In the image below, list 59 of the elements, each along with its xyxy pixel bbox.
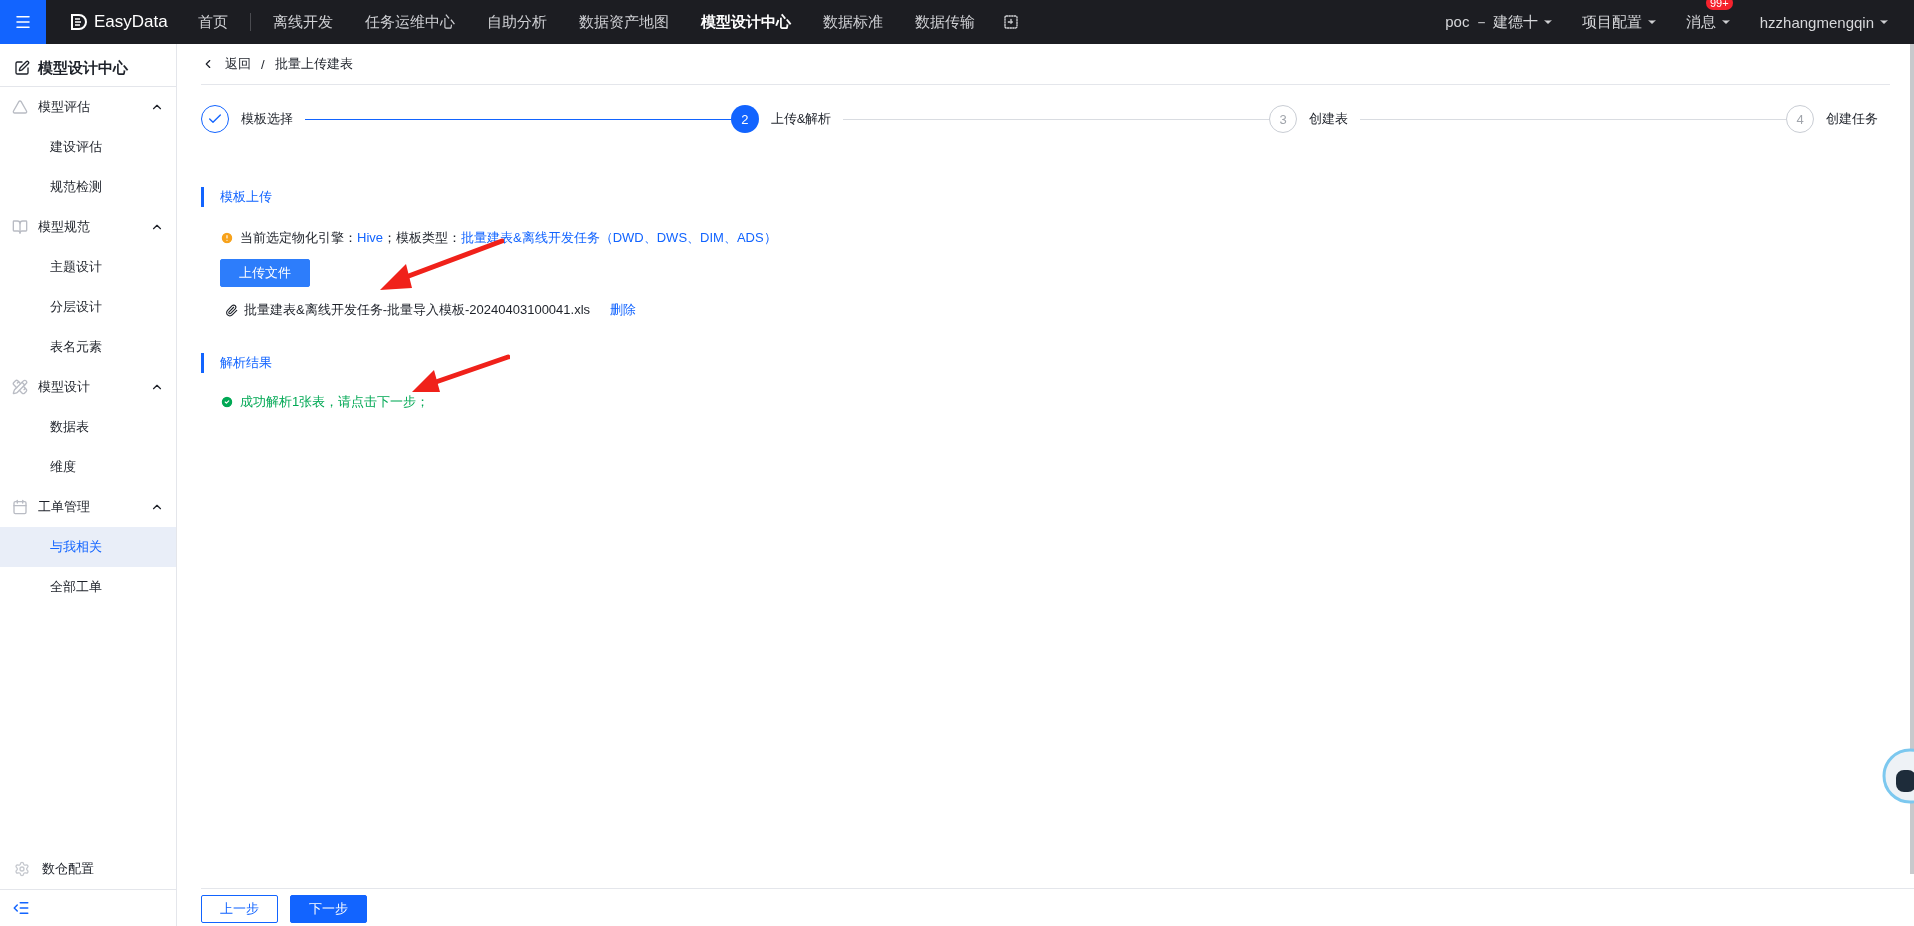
sidebar-item[interactable]: 数据表 bbox=[0, 407, 176, 447]
sidebar-item[interactable]: 全部工单 bbox=[0, 567, 176, 607]
header-menu[interactable]: poc － 建德十 bbox=[1445, 12, 1554, 32]
step-label: 创建任务 bbox=[1826, 110, 1878, 128]
count-badge: 99+ bbox=[1706, 0, 1733, 10]
robot-icon[interactable] bbox=[1880, 748, 1914, 804]
success-icon bbox=[220, 395, 234, 409]
sidebar-item[interactable]: 分层设计 bbox=[0, 287, 176, 327]
sidebar-item[interactable]: 数仓配置 bbox=[42, 860, 94, 878]
nav-tab[interactable]: 数据资产地图 bbox=[562, 12, 685, 32]
step-label: 模板选择 bbox=[241, 110, 293, 128]
step-label: 上传&解析 bbox=[770, 110, 832, 128]
logo-icon bbox=[70, 13, 88, 31]
nav-tab[interactable]: 模型设计中心 bbox=[684, 12, 807, 32]
breadcrumb-current: 批量上传建表 bbox=[274, 55, 353, 73]
sidebar-group[interactable]: 模型规范 bbox=[0, 207, 176, 247]
sidebar-item[interactable]: 维度 bbox=[0, 447, 176, 487]
sidebar-title: 模型设计中心 bbox=[38, 58, 128, 78]
nav-tab[interactable]: 离线开发 bbox=[256, 12, 349, 32]
nav-tab[interactable]: 数据传输 bbox=[898, 12, 991, 32]
header-menu[interactable]: 消息 bbox=[1685, 12, 1732, 32]
section-title: 模板上传 bbox=[201, 187, 1890, 207]
previous-button[interactable]: 上一步 bbox=[201, 894, 278, 923]
calendar-icon bbox=[12, 499, 28, 515]
sidebar-group[interactable]: 工单管理 bbox=[0, 487, 176, 527]
step-label: 创建表 bbox=[1309, 110, 1349, 128]
warning-icon bbox=[220, 231, 234, 245]
attachment-icon bbox=[225, 303, 238, 317]
book-icon bbox=[12, 219, 28, 235]
nav-tab[interactable]: 数据标准 bbox=[806, 12, 899, 32]
sidebar-item[interactable]: 建设评估 bbox=[0, 127, 176, 167]
upload-button[interactable]: 上传文件 bbox=[220, 259, 310, 287]
triangle-icon bbox=[12, 99, 28, 115]
header-menu[interactable]: hzzhangmengqin bbox=[1759, 13, 1890, 31]
menu-button[interactable] bbox=[0, 0, 46, 44]
gear-icon bbox=[14, 861, 30, 877]
breadcrumb-separator: / bbox=[261, 56, 265, 72]
sidebar-item[interactable]: 规范检测 bbox=[0, 167, 176, 207]
nav-tab[interactable]: 首页 bbox=[181, 12, 244, 32]
nav-tab[interactable]: 任务运维中心 bbox=[348, 12, 471, 32]
add-icon[interactable] bbox=[1002, 14, 1019, 30]
sidebar-group[interactable]: 模型评估 bbox=[0, 87, 176, 127]
pencil-icon bbox=[14, 60, 30, 76]
delete-link[interactable]: 删除 bbox=[610, 301, 637, 319]
menu-icon bbox=[14, 13, 32, 31]
collapse-icon bbox=[12, 899, 30, 917]
logo-text: EasyData bbox=[94, 12, 168, 32]
header-menu[interactable]: 项目配置 bbox=[1581, 12, 1658, 32]
sidebar-item[interactable]: 主题设计 bbox=[0, 247, 176, 287]
step-indicator: 2 bbox=[730, 105, 759, 133]
sidebar-item[interactable]: 表名元素 bbox=[0, 327, 176, 367]
ruler-icon bbox=[12, 379, 28, 395]
next-button[interactable]: 下一步 bbox=[290, 894, 367, 923]
sidebar-group[interactable]: 模型设计 bbox=[0, 367, 176, 407]
sidebar-item[interactable]: 与我相关 bbox=[0, 527, 176, 567]
file-name: 批量建表&离线开发任务-批量导入模板-20240403100041.xls bbox=[244, 301, 591, 319]
success-message: 成功解析1张表，请点击下一步； bbox=[240, 393, 430, 411]
back-link[interactable]: 返回 bbox=[225, 55, 251, 73]
nav-tab[interactable]: 自助分析 bbox=[470, 12, 563, 32]
